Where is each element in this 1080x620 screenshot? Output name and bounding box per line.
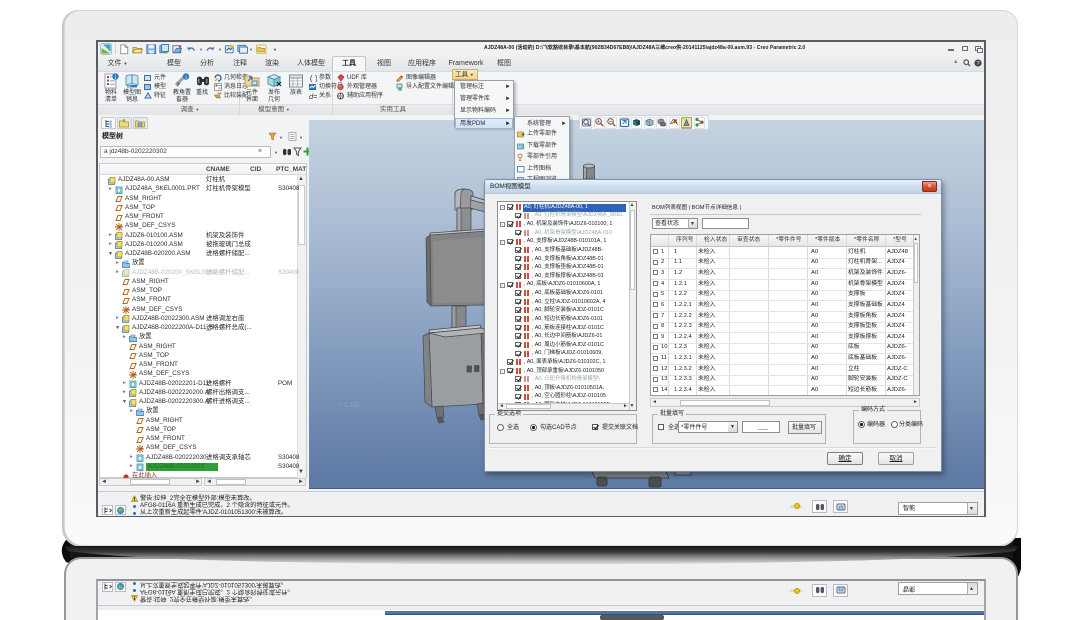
svg-text:d=: d= <box>309 92 317 100</box>
svg-text:× 1.38E: × 1.38E <box>339 403 360 409</box>
svg-text:i: i <box>185 75 186 81</box>
svg-text:i: i <box>115 75 116 81</box>
svg-text:(): () <box>309 75 317 82</box>
svg-text:?: ? <box>976 61 979 67</box>
